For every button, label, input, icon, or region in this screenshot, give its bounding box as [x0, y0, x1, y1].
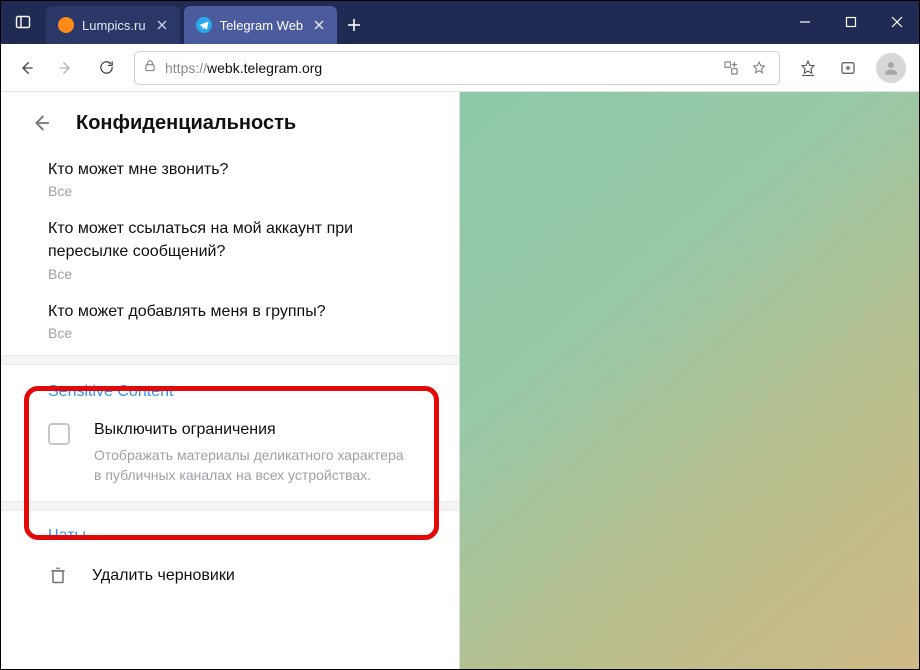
extensions-icon[interactable]	[719, 56, 743, 80]
toggle-label: Выключить ограничения	[94, 421, 414, 439]
privacy-item-question: Кто может ссылаться на мой аккаунт при п…	[48, 217, 429, 263]
content-area: Конфиденциальность Кто может мне звонить…	[0, 92, 920, 670]
url-text: https://webk.telegram.org	[165, 60, 322, 76]
privacy-item-calls[interactable]: Кто может мне звонить? Все	[0, 154, 459, 213]
address-bar[interactable]: https://webk.telegram.org	[134, 51, 780, 85]
delete-drafts-row[interactable]: Удалить черновики	[0, 551, 459, 605]
privacy-item-forwarding[interactable]: Кто может ссылаться на мой аккаунт при п…	[0, 213, 459, 295]
titlebar: Lumpics.ru Telegram Web	[0, 0, 920, 44]
privacy-item-value: Все	[48, 183, 429, 199]
privacy-item-groups[interactable]: Кто может добавлять меня в группы? Все	[0, 296, 459, 355]
favorite-icon[interactable]	[747, 56, 771, 80]
tab-actions-button[interactable]	[0, 0, 46, 44]
section-title-sensitive: Sensitive Content	[0, 365, 459, 409]
favicon-lumpics	[58, 17, 74, 33]
favicon-telegram	[196, 17, 212, 33]
section-title-chats: Чаты	[0, 511, 459, 551]
collections-button[interactable]	[830, 50, 866, 86]
checkbox-icon[interactable]	[48, 423, 70, 445]
close-icon[interactable]	[311, 17, 327, 33]
trash-icon	[48, 565, 70, 587]
browser-tab-active[interactable]: Telegram Web	[184, 6, 338, 44]
delete-drafts-label: Удалить черновики	[92, 567, 235, 585]
privacy-item-value: Все	[48, 266, 429, 282]
favorites-bar-button[interactable]	[790, 50, 826, 86]
tab-label: Lumpics.ru	[82, 18, 146, 33]
new-tab-button[interactable]	[337, 6, 371, 44]
panel-header: Конфиденциальность	[0, 92, 459, 154]
address-bar-actions	[719, 56, 771, 80]
chat-background	[460, 92, 920, 670]
nav-back-button[interactable]	[8, 50, 44, 86]
tab-label: Telegram Web	[220, 18, 304, 33]
window-minimize-button[interactable]	[782, 0, 828, 44]
profile-avatar[interactable]	[876, 53, 906, 83]
toggle-disable-filtering[interactable]: Выключить ограничения Отображать материа…	[0, 409, 459, 502]
nav-forward-button[interactable]	[48, 50, 84, 86]
window-maximize-button[interactable]	[828, 0, 874, 44]
toggle-text: Выключить ограничения Отображать материа…	[94, 421, 414, 486]
browser-tab-inactive[interactable]: Lumpics.ru	[46, 6, 180, 44]
titlebar-spacer	[371, 0, 782, 44]
url-host: webk.telegram.org	[207, 60, 322, 76]
settings-panel: Конфиденциальность Кто может мне звонить…	[0, 92, 460, 670]
lock-icon	[143, 59, 157, 76]
section-divider	[0, 501, 459, 511]
section-divider	[0, 355, 459, 365]
privacy-item-question: Кто может мне звонить?	[48, 158, 429, 181]
privacy-item-value: Все	[48, 325, 429, 341]
reload-button[interactable]	[88, 50, 124, 86]
window-close-button[interactable]	[874, 0, 920, 44]
close-icon[interactable]	[154, 17, 170, 33]
url-scheme: https://	[165, 60, 207, 76]
privacy-item-question: Кто может добавлять меня в группы?	[48, 300, 429, 323]
toolbar: https://webk.telegram.org	[0, 44, 920, 92]
page-title: Конфиденциальность	[76, 112, 296, 135]
toggle-description: Отображать материалы деликатного характе…	[94, 445, 414, 486]
back-icon[interactable]	[26, 109, 54, 137]
